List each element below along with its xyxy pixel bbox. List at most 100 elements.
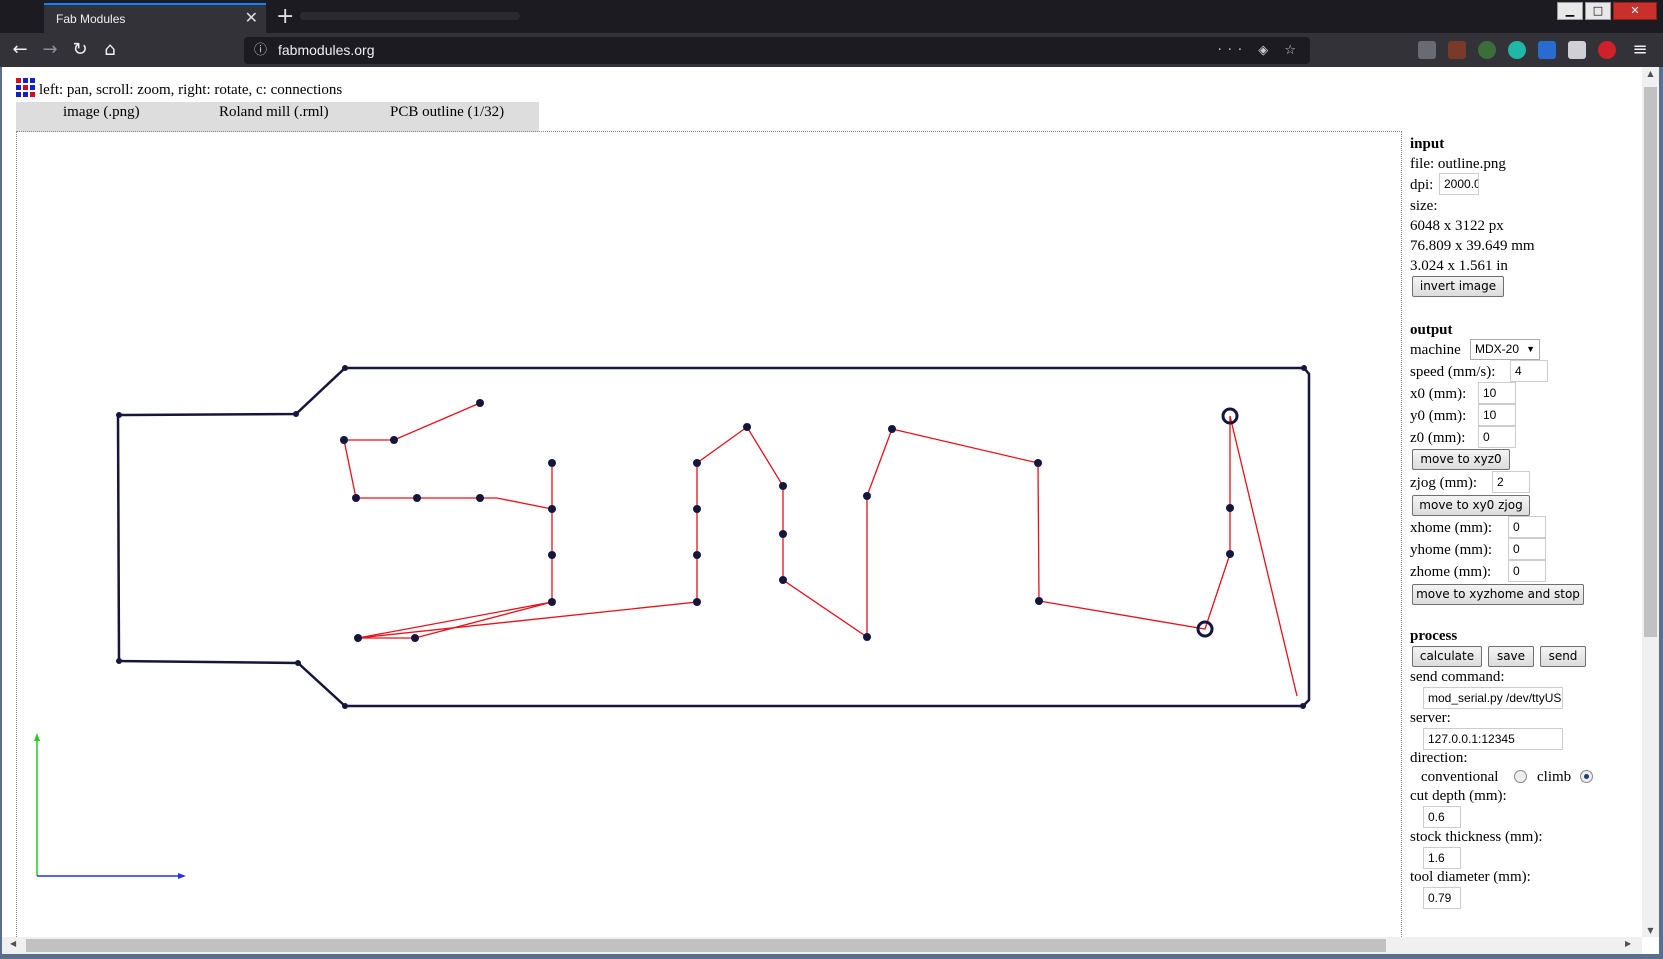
window-frame-bottom: [0, 954, 1663, 959]
horizontal-scrollbar[interactable]: ◀ ▶: [0, 937, 1642, 954]
send-command-input[interactable]: mod_serial.py /dev/ttyUSB0: [1423, 687, 1563, 709]
hamburger-menu-icon[interactable]: ≡: [1626, 36, 1654, 64]
calculate-button[interactable]: calculate: [1412, 646, 1482, 667]
scroll-up-icon[interactable]: ▲: [1642, 69, 1659, 78]
maximize-icon[interactable]: □: [1585, 2, 1611, 20]
z0-label: z0 (mm):: [1410, 430, 1466, 446]
chevron-down-icon: ▼: [1526, 344, 1535, 354]
tool-diameter-input[interactable]: 0.79: [1423, 887, 1461, 909]
url-text[interactable]: fabmodules.org: [278, 37, 375, 64]
x0-input[interactable]: 10: [1478, 382, 1516, 404]
tool-diameter-label: tool diameter (mm):: [1410, 869, 1531, 885]
url-bar[interactable]: ⓘ fabmodules.org ··· ◈ ☆: [244, 37, 1310, 64]
process-heading: process: [1410, 628, 1458, 644]
save-button[interactable]: save: [1488, 646, 1534, 667]
shield-icon[interactable]: [1538, 41, 1556, 59]
conventional-radio[interactable]: [1514, 770, 1527, 783]
size-px: 6048 x 3122 px: [1410, 218, 1504, 234]
home-icon[interactable]: ⌂: [96, 36, 124, 64]
horizontal-scroll-thumb[interactable]: [26, 939, 1386, 952]
machine-label: machine: [1410, 342, 1461, 358]
move-to-home-button[interactable]: move to xyzhome and stop: [1412, 584, 1584, 605]
grid-extension-icon[interactable]: [1568, 41, 1586, 59]
zjog-label: zjog (mm):: [1410, 475, 1478, 491]
extension-icon[interactable]: [1448, 41, 1466, 59]
invert-image-button[interactable]: invert image: [1412, 276, 1504, 297]
board-outline: [116, 366, 1311, 708]
window-frame-right: [1659, 67, 1663, 959]
tab-title: Fab Modules: [56, 12, 126, 26]
server-input[interactable]: 127.0.0.1:12345: [1423, 728, 1563, 750]
menu-machine[interactable]: Roland mill (.rml): [219, 104, 329, 121]
y0-input[interactable]: 10: [1478, 404, 1516, 426]
scroll-left-icon[interactable]: ◀: [10, 939, 16, 948]
new-tab-icon[interactable]: +: [276, 2, 294, 32]
file-row: file: outline.png: [1410, 154, 1506, 174]
zjog-input[interactable]: 2: [1492, 471, 1530, 493]
info-icon[interactable]: ⓘ: [254, 37, 267, 64]
toolpath-view[interactable]: [17, 132, 1403, 938]
server-label: server:: [1410, 710, 1451, 726]
size-label: size:: [1410, 198, 1438, 214]
size-in: 3.024 x 1.561 in: [1410, 258, 1508, 274]
tab-fab-modules[interactable]: Fab Modules ✕: [44, 3, 266, 33]
stock-thickness-input[interactable]: 1.6: [1423, 847, 1461, 869]
reload-icon[interactable]: ↻: [66, 36, 94, 64]
blurred-tab: [300, 12, 520, 20]
yhome-input[interactable]: 0: [1508, 538, 1546, 560]
m-extension-icon[interactable]: [1508, 41, 1526, 59]
send-command-label: send command:: [1410, 669, 1505, 685]
speed-input[interactable]: 4: [1510, 360, 1548, 382]
fab-logo-icon: [16, 78, 35, 97]
xhome-label: xhome (mm):: [1410, 520, 1493, 536]
window-controls: ▁ □ ✕: [1557, 2, 1657, 24]
navigation-bar: ← → ↻ ⌂ ⓘ fabmodules.org ··· ◈ ☆ ≡: [0, 33, 1663, 67]
vertical-scroll-thumb[interactable]: [1644, 87, 1657, 637]
dpi-input[interactable]: 2000.0: [1439, 173, 1479, 195]
adblock-icon[interactable]: [1598, 41, 1616, 59]
z0-input[interactable]: 0: [1478, 426, 1516, 448]
cut-depth-input[interactable]: 0.6: [1423, 806, 1461, 828]
climb-radio[interactable]: [1580, 770, 1593, 783]
instructions-text: left: pan, scroll: zoom, right: rotate, …: [39, 82, 343, 98]
speed-label: speed (mm/s):: [1410, 364, 1496, 380]
file-value: outline.png: [1437, 156, 1506, 172]
yhome-label: yhome (mm):: [1410, 542, 1493, 558]
hole-circles: [1196, 407, 1239, 638]
x-axis-arrow: [178, 873, 186, 879]
color-extension-icon[interactable]: [1478, 41, 1496, 59]
sidebar-icon[interactable]: [1418, 41, 1436, 59]
dpi-label: dpi:: [1410, 177, 1434, 193]
toolpath-canvas[interactable]: [16, 131, 1402, 937]
scroll-right-icon[interactable]: ▶: [1625, 939, 1631, 948]
menu-process[interactable]: PCB outline (1/32): [390, 104, 504, 121]
scroll-down-icon[interactable]: ▼: [1642, 926, 1659, 935]
zhome-input[interactable]: 0: [1508, 560, 1546, 582]
climb-label: climb: [1537, 769, 1572, 785]
instructions: left: pan, scroll: zoom, right: rotate, …: [16, 78, 342, 99]
minimize-icon[interactable]: ▁: [1557, 2, 1583, 20]
window-close-icon[interactable]: ✕: [1613, 2, 1657, 20]
cut-depth-label: cut depth (mm):: [1410, 788, 1507, 804]
zhome-label: zhome (mm):: [1410, 564, 1492, 580]
send-button[interactable]: send: [1540, 646, 1586, 667]
page-actions-icon[interactable]: ··· ◈ ☆: [1218, 37, 1302, 64]
tab-close-icon[interactable]: ✕: [245, 5, 258, 33]
move-to-xyz0-button[interactable]: move to xyz0: [1412, 449, 1510, 470]
direction-label: direction:: [1410, 750, 1468, 766]
forward-icon[interactable]: →: [36, 36, 64, 64]
output-heading: output: [1410, 322, 1453, 338]
machine-value: MDX-20: [1475, 342, 1520, 356]
xhome-input[interactable]: 0: [1508, 516, 1546, 538]
machine-select[interactable]: MDX-20 ▼: [1470, 339, 1540, 360]
menu-image[interactable]: image (.png): [63, 104, 140, 121]
stock-thickness-label: stock thickness (mm):: [1410, 829, 1543, 845]
settings-panel: input file: outline.png dpi: 2000.0 size…: [1410, 131, 1640, 936]
size-mm: 76.809 x 39.649 mm: [1410, 238, 1535, 254]
x0-label: x0 (mm):: [1410, 386, 1467, 402]
move-to-zjog-button[interactable]: move to xy0 zjog: [1412, 495, 1530, 516]
tab-bar: Fab Modules ✕ + ▁ □ ✕: [0, 0, 1663, 33]
vertical-scrollbar[interactable]: ▲ ▼: [1642, 67, 1659, 937]
y-axis-arrow: [34, 733, 40, 741]
back-icon[interactable]: ←: [6, 36, 34, 64]
